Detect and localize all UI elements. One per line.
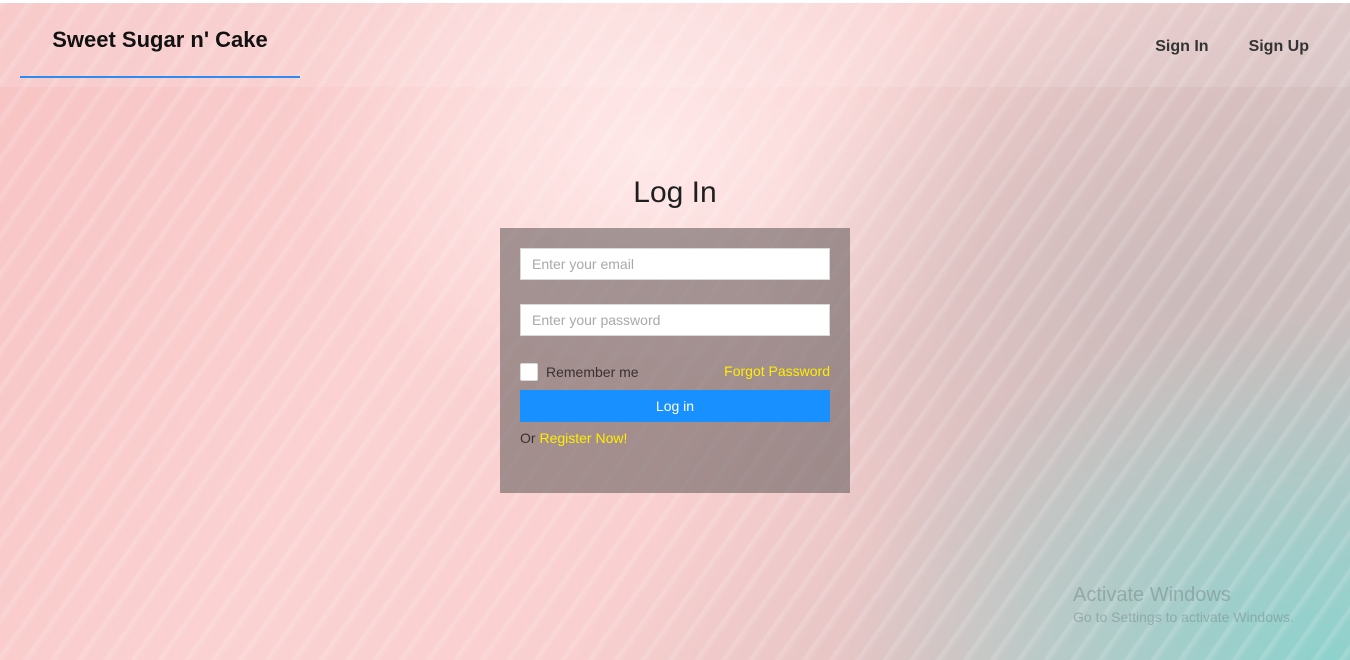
email-input[interactable]	[520, 248, 830, 280]
password-input[interactable]	[520, 304, 830, 336]
register-prefix: Or	[520, 430, 540, 446]
page-title: Log In	[633, 176, 717, 209]
forgot-password-link[interactable]: Forgot Password	[724, 363, 830, 379]
remember-label: Remember me	[546, 364, 639, 380]
sign-up-link[interactable]: Sign Up	[1249, 38, 1309, 56]
brand-logo[interactable]: Sweet Sugar n' Cake	[20, 3, 300, 78]
windows-activation-watermark: Activate Windows Go to Settings to activ…	[1073, 584, 1294, 625]
remember-checkbox[interactable]	[520, 363, 538, 381]
watermark-subtitle: Go to Settings to activate Windows.	[1073, 609, 1294, 625]
login-form: Remember me Forgot Password Log in Or Re…	[500, 228, 850, 493]
login-button[interactable]: Log in	[520, 390, 830, 422]
watermark-title: Activate Windows	[1073, 584, 1231, 606]
navbar: Sweet Sugar n' Cake Sign In Sign Up	[0, 3, 1350, 87]
register-link[interactable]: Register Now!	[539, 430, 627, 446]
remember-me[interactable]: Remember me	[520, 363, 639, 381]
sign-in-link[interactable]: Sign In	[1155, 38, 1208, 56]
top-nav: Sign In Sign Up	[1155, 3, 1309, 91]
register-line: Or Register Now!	[520, 430, 627, 446]
